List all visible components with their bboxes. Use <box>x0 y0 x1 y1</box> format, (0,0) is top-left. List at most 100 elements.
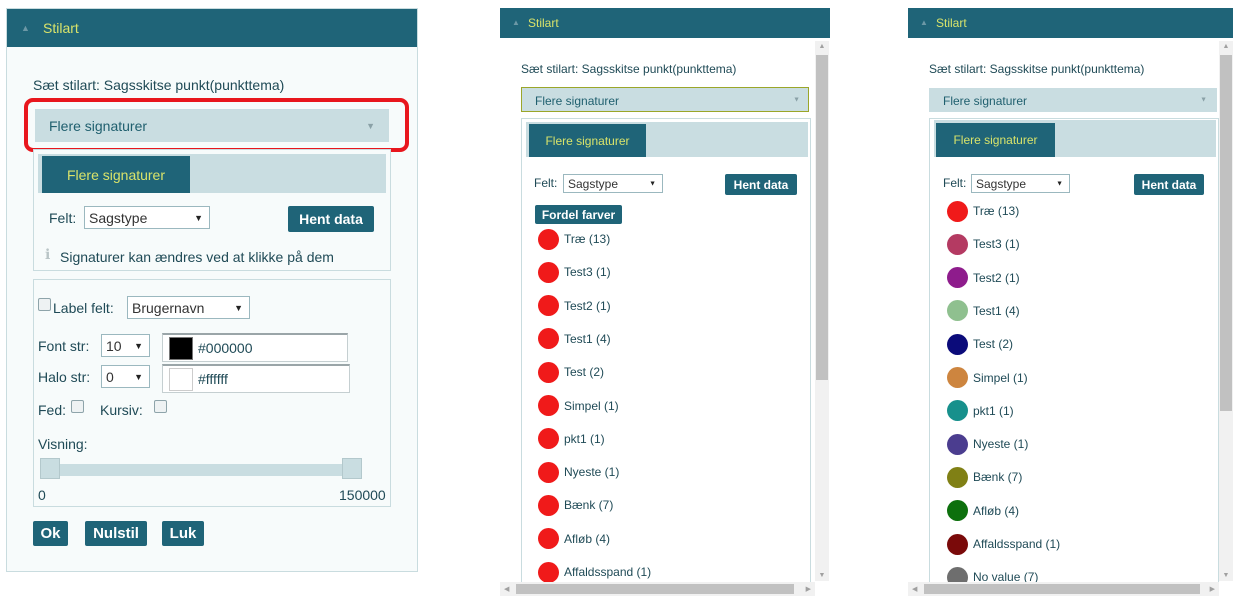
collapse-icon[interactable]: ▲ <box>920 18 928 27</box>
signature-item[interactable]: Bænk (7) <box>947 465 1022 489</box>
signature-color-dot[interactable] <box>538 528 559 550</box>
panel-header[interactable]: ▲ Stilart <box>500 8 830 38</box>
scrollbar-thumb[interactable] <box>516 584 794 594</box>
signature-item[interactable]: Test (2) <box>947 332 1013 356</box>
ok-button[interactable]: Ok <box>33 521 68 546</box>
luk-button[interactable]: Luk <box>162 521 204 546</box>
signature-color-dot[interactable] <box>538 261 559 283</box>
signature-item[interactable]: Simpel (1) <box>538 394 619 418</box>
tab-flere-signaturer[interactable]: Flere signaturer <box>42 156 190 193</box>
halo-str-value: 0 <box>106 368 114 385</box>
panel-header[interactable]: ▲ Stilart <box>7 9 417 47</box>
nulstil-button[interactable]: Nulstil <box>85 521 147 546</box>
signature-color-dot[interactable] <box>947 200 968 222</box>
signature-item[interactable]: Test3 (1) <box>947 232 1020 256</box>
signature-item[interactable]: Affaldsspand (1) <box>947 532 1060 556</box>
font-color-swatch[interactable] <box>169 337 193 360</box>
visning-slider-min-handle[interactable] <box>40 458 60 479</box>
halo-color-swatch[interactable] <box>169 368 193 391</box>
signature-color-dot[interactable] <box>947 433 968 455</box>
scrollbar-thumb[interactable] <box>1220 55 1232 411</box>
signature-color-dot[interactable] <box>538 395 559 416</box>
signature-color-dot[interactable] <box>538 228 559 250</box>
panel-header[interactable]: ▲ Stilart <box>908 8 1233 38</box>
scroll-up-icon[interactable]: ▲ <box>815 43 829 50</box>
fed-checkbox[interactable] <box>71 400 84 413</box>
label-settings-box: Label felt: Brugernavn ▼ Font str: 10 ▼ … <box>33 279 391 507</box>
signature-item[interactable]: Bænk (7) <box>538 493 613 517</box>
visning-slider-track[interactable] <box>46 464 360 476</box>
signature-item[interactable]: Træ (13) <box>947 199 1019 223</box>
collapse-icon[interactable]: ▲ <box>512 18 520 27</box>
signature-item[interactable]: Test1 (4) <box>947 299 1020 323</box>
signature-label: Simpel (1) <box>564 398 619 413</box>
signature-color-dot[interactable] <box>538 361 559 383</box>
collapse-icon[interactable]: ▲ <box>21 23 30 33</box>
scrollbar-thumb[interactable] <box>924 584 1200 594</box>
scroll-down-icon[interactable]: ▼ <box>1219 572 1233 579</box>
label-felt-checkbox[interactable] <box>38 298 51 311</box>
visning-slider-max-handle[interactable] <box>342 458 362 479</box>
font-str-select[interactable]: 10 ▼ <box>101 334 150 357</box>
felt-select-value: Sagstype <box>976 176 1027 191</box>
signature-color-dot[interactable] <box>947 267 968 289</box>
tab-flere-signaturer[interactable]: Flere signaturer <box>529 124 646 157</box>
hent-data-button[interactable]: Hent data <box>1134 174 1204 195</box>
signature-color-dot[interactable] <box>947 333 968 355</box>
signature-item[interactable]: Test2 (1) <box>538 294 611 318</box>
hent-data-button[interactable]: Hent data <box>288 206 374 232</box>
horizontal-scrollbar[interactable]: ◀ ▶ <box>500 582 815 596</box>
scroll-up-icon[interactable]: ▲ <box>1219 43 1233 50</box>
signature-item[interactable]: Test1 (4) <box>538 327 611 351</box>
signature-color-dot[interactable] <box>947 466 968 488</box>
hent-data-button[interactable]: Hent data <box>725 174 797 195</box>
signature-color-dot[interactable] <box>538 295 559 317</box>
scroll-left-icon[interactable]: ◀ <box>912 582 917 596</box>
scroll-down-icon[interactable]: ▼ <box>815 572 829 579</box>
scrollbar-thumb[interactable] <box>816 55 828 380</box>
style-type-dropdown[interactable]: Flere signaturer ▼ <box>929 88 1217 112</box>
signature-color-dot[interactable] <box>947 233 968 255</box>
signature-item[interactable]: pkt1 (1) <box>538 427 605 451</box>
font-color-field[interactable]: #000000 <box>162 333 348 362</box>
signature-item[interactable]: Afløb (4) <box>538 527 610 551</box>
signature-color-dot[interactable] <box>538 461 559 483</box>
felt-select[interactable]: Sagstype ▼ <box>971 174 1070 193</box>
fordel-farver-button[interactable]: Fordel farver <box>535 205 622 224</box>
halo-str-select[interactable]: 0 ▼ <box>101 365 150 388</box>
signature-item[interactable]: Test3 (1) <box>538 260 611 284</box>
signature-item[interactable]: Nyeste (1) <box>947 432 1028 456</box>
signature-item[interactable]: Træ (13) <box>538 227 610 251</box>
scroll-right-icon[interactable]: ▶ <box>1210 582 1215 596</box>
signature-color-dot[interactable] <box>538 494 559 516</box>
felt-select[interactable]: Sagstype ▼ <box>563 174 663 193</box>
signature-color-dot[interactable] <box>947 500 968 522</box>
style-type-dropdown[interactable]: Flere signaturer ▼ <box>521 87 809 112</box>
signature-color-dot[interactable] <box>538 328 559 350</box>
label-felt-select[interactable]: Brugernavn ▼ <box>127 296 250 319</box>
signature-item[interactable]: Test2 (1) <box>947 266 1020 290</box>
kursiv-checkbox[interactable] <box>154 400 167 413</box>
signature-color-dot[interactable] <box>947 533 968 555</box>
horizontal-scrollbar[interactable]: ◀ ▶ <box>908 582 1219 596</box>
halo-color-field[interactable]: #ffffff <box>162 364 350 393</box>
signature-item[interactable]: Simpel (1) <box>947 366 1028 390</box>
signature-color-dot[interactable] <box>538 428 559 450</box>
signature-color-dot[interactable] <box>947 367 968 388</box>
signature-color-dot[interactable] <box>947 400 968 422</box>
signature-item[interactable]: Afløb (4) <box>947 499 1019 523</box>
signature-color-dot[interactable] <box>947 300 968 322</box>
vertical-scrollbar[interactable]: ▲ ▼ <box>1219 41 1233 581</box>
signature-item[interactable]: pkt1 (1) <box>947 399 1014 423</box>
signature-item[interactable]: Nyeste (1) <box>538 460 619 484</box>
signature-list: Træ (13) Test3 (1) Test2 (1) Test1 (4) Test … <box>538 227 738 589</box>
signature-item[interactable]: Test (2) <box>538 360 604 384</box>
set-style-label: Sæt stilart: Sagsskitse punkt(punkttema) <box>521 62 737 76</box>
felt-select[interactable]: Sagstype ▼ <box>84 206 210 229</box>
scroll-right-icon[interactable]: ▶ <box>806 582 811 596</box>
tab-flere-signaturer[interactable]: Flere signaturer <box>936 123 1055 157</box>
signature-color-dot[interactable] <box>538 561 559 583</box>
scroll-left-icon[interactable]: ◀ <box>504 582 509 596</box>
signature-item[interactable]: Affaldsspand (1) <box>538 560 651 584</box>
vertical-scrollbar[interactable]: ▲ ▼ <box>815 41 829 581</box>
